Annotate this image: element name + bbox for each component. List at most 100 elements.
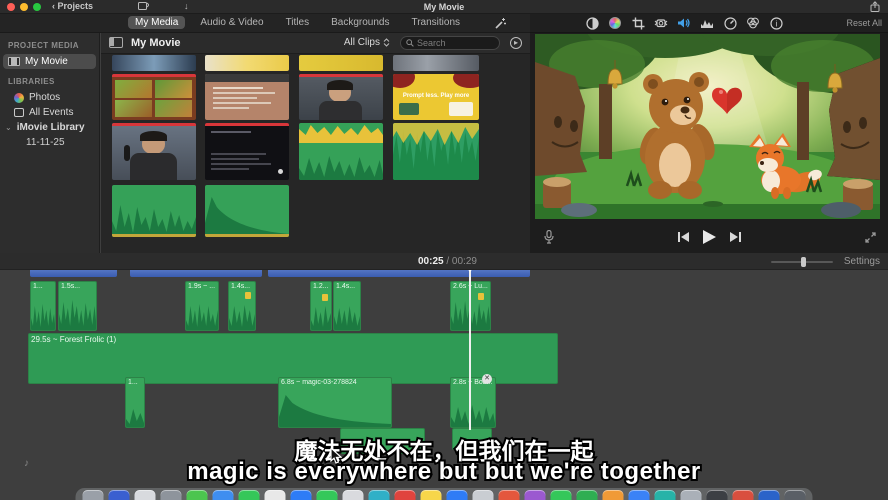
sidebar-item-imovie-library[interactable]: ⌄ iMovie Library: [0, 120, 99, 135]
media-thumbnail-code-screen[interactable]: [205, 123, 289, 180]
sidebar-item-label: All Events: [29, 107, 73, 118]
reset-all-button[interactable]: Reset All: [846, 18, 882, 28]
timeline-settings-button[interactable]: Settings: [844, 256, 880, 267]
skip-back-button[interactable]: [678, 232, 689, 242]
dock-app-icon[interactable]: [135, 490, 156, 500]
timeline-zoom-slider[interactable]: [771, 261, 833, 263]
media-thumbnail-video[interactable]: [112, 55, 196, 71]
search-input[interactable]: [417, 38, 492, 48]
time-total: / 00:29: [444, 256, 477, 267]
dock-app-icon[interactable]: [343, 490, 364, 500]
magic-wand-icon[interactable]: [494, 17, 507, 30]
dock-app-icon[interactable]: [603, 490, 624, 500]
media-thumbnail-video[interactable]: [205, 55, 289, 71]
media-thumbnail-mic-presenter[interactable]: [112, 123, 196, 180]
dock-app-icon[interactable]: [83, 490, 104, 500]
waveform: [279, 389, 391, 427]
chevron-down-icon[interactable]: ⌄: [5, 123, 12, 132]
media-thumbnail-document[interactable]: [205, 74, 289, 120]
zoom-slider-thumb[interactable]: [801, 257, 806, 267]
dock-app-icon[interactable]: [187, 490, 208, 500]
sidebar-item-all-events[interactable]: All Events: [0, 105, 99, 120]
dock-app-icon[interactable]: [499, 490, 520, 500]
media-thumbnail-presenter[interactable]: [299, 74, 383, 120]
dock-app-icon[interactable]: [577, 490, 598, 500]
dock-app-icon[interactable]: [525, 490, 546, 500]
sidebar-toggle-icon[interactable]: [109, 37, 123, 48]
photos-icon: [14, 93, 24, 103]
play-button[interactable]: [703, 230, 716, 244]
timeline-audio-clip[interactable]: 1.5s...: [58, 281, 97, 331]
dock-app-icon[interactable]: [421, 490, 442, 500]
sidebar-item-photos[interactable]: Photos: [0, 90, 99, 105]
timeline-audio-clip[interactable]: 1.4s...: [228, 281, 256, 331]
timeline-audio-clip[interactable]: 1...: [30, 281, 56, 331]
dock-app-icon[interactable]: [733, 490, 754, 500]
dock-app-icon[interactable]: [161, 490, 182, 500]
waveform: [186, 296, 218, 330]
promo-thumb-text: Prompt less. Play more: [393, 93, 479, 99]
dock-app-icon[interactable]: [785, 490, 806, 500]
dock-app-icon[interactable]: [447, 490, 468, 500]
dock-app-icon[interactable]: [291, 490, 312, 500]
noise-reduction-icon[interactable]: [700, 16, 714, 30]
search-field[interactable]: [400, 36, 500, 50]
dock-app-icon[interactable]: [473, 490, 494, 500]
clip-filter-dropdown[interactable]: All Clips: [344, 37, 390, 48]
filter-label: All Clips: [344, 37, 380, 48]
info-icon[interactable]: i: [769, 16, 783, 30]
fullscreen-icon[interactable]: [865, 232, 876, 243]
dock-app-icon[interactable]: [395, 490, 416, 500]
timeline-audio-clip[interactable]: 1...: [125, 377, 145, 428]
volume-icon[interactable]: [677, 16, 691, 30]
skip-forward-button[interactable]: [730, 232, 741, 242]
dock-app-icon[interactable]: [707, 490, 728, 500]
timeline-audio-clip[interactable]: 1.4s...: [333, 281, 361, 331]
media-thumbnail-bear-collage[interactable]: [112, 74, 196, 120]
media-thumbnail-video[interactable]: [393, 55, 479, 71]
tab-titles[interactable]: Titles: [279, 16, 317, 29]
tab-transitions[interactable]: Transitions: [404, 16, 467, 29]
dock-app-icon[interactable]: [759, 490, 780, 500]
dock-app-icon[interactable]: [109, 490, 130, 500]
stabilization-icon[interactable]: [654, 16, 668, 30]
share-icon[interactable]: [870, 1, 880, 12]
dock-app-icon[interactable]: [551, 490, 572, 500]
speed-icon[interactable]: [723, 16, 737, 30]
media-thumbnail-promo[interactable]: Prompt less. Play more: [393, 74, 479, 120]
libraries-sidebar: PROJECT MEDIA My Movie LIBRARIES Photos …: [0, 33, 100, 253]
sidebar-item-event-date[interactable]: 11-11-25: [0, 135, 99, 150]
dock-app-icon[interactable]: [239, 490, 260, 500]
sidebar-item-label: Photos: [29, 92, 60, 103]
timeline-audio-clip[interactable]: 1.2...: [310, 281, 332, 331]
dock-app-icon[interactable]: [369, 490, 390, 500]
media-thumbnail-audio[interactable]: [393, 123, 479, 180]
sidebar-item-my-movie[interactable]: My Movie: [3, 54, 96, 69]
dock-app-icon[interactable]: [213, 490, 234, 500]
dock-app-icon[interactable]: [655, 490, 676, 500]
crop-icon[interactable]: [631, 16, 645, 30]
tab-audio-video[interactable]: Audio & Video: [193, 16, 270, 29]
dock-app-icon[interactable]: [317, 490, 338, 500]
media-thumbnail-audio[interactable]: [112, 185, 196, 237]
clip-size-control-icon[interactable]: ▸: [510, 37, 522, 49]
playhead[interactable]: [469, 266, 471, 430]
dock-app-icon[interactable]: [629, 490, 650, 500]
clip-label: 1...: [128, 379, 138, 386]
tab-backgrounds[interactable]: Backgrounds: [324, 16, 396, 29]
clip-delete-badge-icon[interactable]: ✕: [482, 374, 492, 384]
media-thumbnail-video[interactable]: [299, 55, 383, 71]
macos-dock: [76, 488, 813, 500]
timeline-audio-clip[interactable]: 1.9s ~ ...: [185, 281, 219, 331]
video-preview[interactable]: [535, 34, 880, 219]
timeline-audio-clip[interactable]: 6.8s ~ magic-03-278824: [278, 377, 392, 428]
color-filters-icon[interactable]: [746, 16, 760, 30]
tab-my-media[interactable]: My Media: [128, 16, 185, 29]
dock-app-icon[interactable]: [681, 490, 702, 500]
dock-app-icon[interactable]: [265, 490, 286, 500]
media-thumbnail-audio[interactable]: [205, 185, 289, 237]
timeline-audio-clip[interactable]: 2.8s ~ Bob...: [450, 377, 496, 428]
media-thumbnail-audio[interactable]: [299, 123, 383, 180]
color-correction-icon[interactable]: [608, 16, 622, 30]
color-balance-icon[interactable]: [585, 16, 599, 30]
